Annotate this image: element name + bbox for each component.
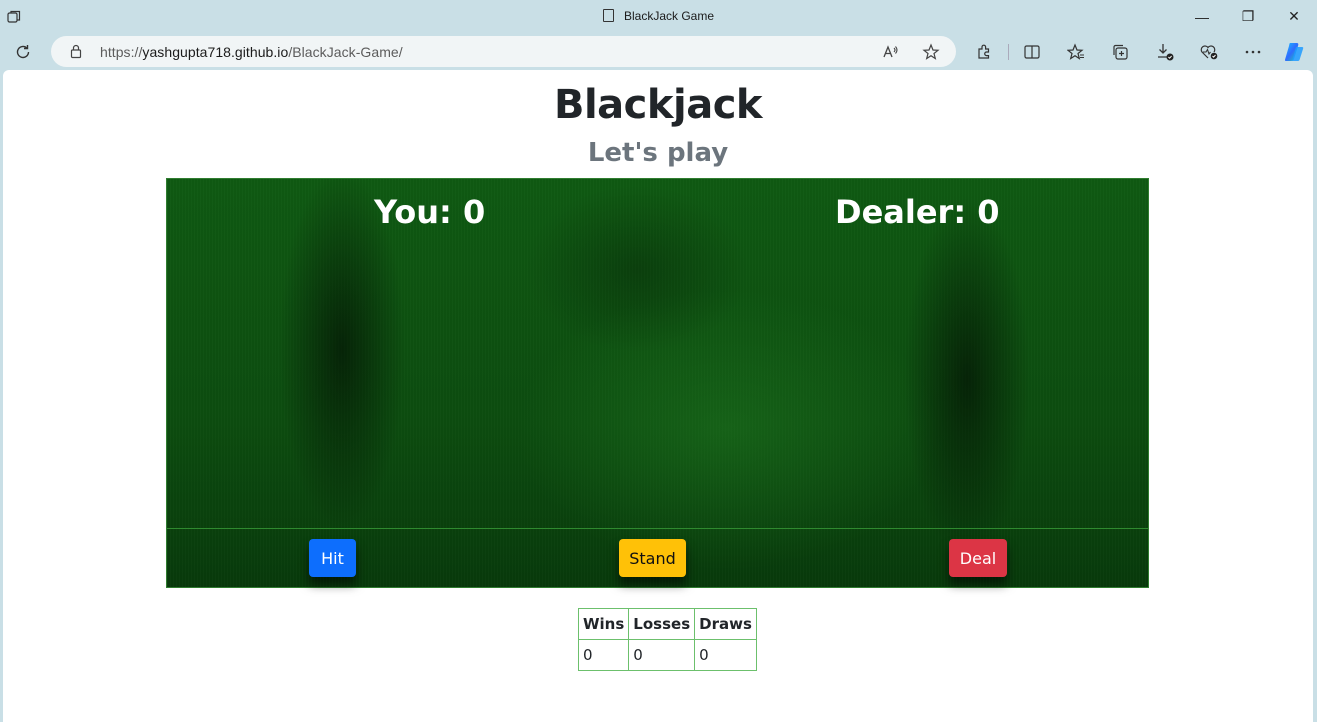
draws-header: Draws: [694, 608, 757, 640]
page-title: Blackjack: [553, 82, 763, 128]
toolbar-separator: [1008, 44, 1009, 60]
extensions-icon[interactable]: [972, 40, 996, 64]
score-table: Wins Losses Draws 0 0 0: [577, 608, 757, 671]
minimize-button[interactable]: —: [1179, 0, 1225, 33]
losses-value: 0: [628, 639, 696, 671]
downloads-icon[interactable]: [1153, 40, 1177, 64]
url-text[interactable]: https://yashgupta718.github.io/BlackJack…: [100, 44, 403, 60]
read-aloud-icon[interactable]: [880, 41, 902, 63]
restore-button[interactable]: ❐: [1225, 0, 1271, 33]
address-bar[interactable]: https://yashgupta718.github.io/BlackJack…: [51, 36, 956, 67]
dealer-score: Dealer: 0: [835, 193, 1000, 231]
navigation-bar: https://yashgupta718.github.io/BlackJack…: [0, 33, 1317, 70]
favorite-star-icon[interactable]: [920, 41, 942, 63]
wins-value: 0: [577, 639, 630, 671]
tab-title: BlackJack Game: [0, 9, 1317, 23]
stand-button[interactable]: Stand: [619, 539, 686, 577]
losses-header: Losses: [628, 608, 696, 640]
split-screen-icon[interactable]: [1020, 40, 1044, 64]
document-icon: [602, 9, 614, 22]
favorites-icon[interactable]: [1064, 40, 1088, 64]
close-button[interactable]: ✕: [1271, 0, 1317, 33]
hit-button[interactable]: Hit: [309, 539, 356, 577]
lock-icon[interactable]: [69, 44, 83, 64]
more-menu-icon[interactable]: [1241, 40, 1265, 64]
copilot-icon[interactable]: [1282, 40, 1306, 64]
table-divider: [167, 528, 1148, 529]
wins-header: Wins: [577, 608, 630, 640]
browser-essentials-icon[interactable]: [1197, 40, 1221, 64]
title-bar: BlackJack Game — ❐ ✕: [0, 0, 1317, 33]
your-score: You: 0: [374, 193, 486, 231]
table-row: 0 0 0: [577, 639, 757, 671]
page-subtitle: Let's play: [587, 138, 729, 168]
deal-button[interactable]: Deal: [949, 539, 1007, 577]
draws-value: 0: [694, 639, 757, 671]
table-header-row: Wins Losses Draws: [577, 608, 757, 640]
reload-icon[interactable]: [10, 39, 36, 65]
page-viewport: Blackjack Let's play You: 0 Dealer: 0 Hi…: [3, 70, 1313, 722]
game-table: You: 0 Dealer: 0 Hit Stand Deal: [166, 178, 1149, 588]
collections-icon[interactable]: [1108, 40, 1132, 64]
